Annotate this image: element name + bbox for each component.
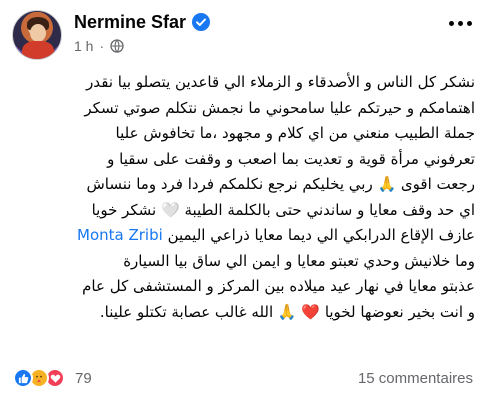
post-line: و انت بخير نعوضها لخويا ❤️ 🙏 الله غالب ع…	[99, 302, 475, 321]
more-options-icon[interactable]	[449, 18, 473, 28]
post-footer: 79 15 commentaires	[0, 362, 487, 400]
post-line: رجعت اقوى 🙏 ربي يخليكم نرجع نكلمكم فردا …	[86, 175, 475, 193]
post-line: عذبتو معايا في نهار عيد ميلاده بين المرك…	[82, 277, 475, 295]
post-meta: 1 h ·	[74, 38, 124, 54]
post-text: نشكر كل الناس و الأصدقاء و الزملاء الي ق…	[12, 70, 475, 360]
reaction-count[interactable]: 79	[75, 370, 92, 387]
post-line: وما خلانيش وحدي تعبتو معايا و ايمن الي س…	[123, 251, 475, 270]
post-line: عازف الإقاع الدرابكي الي ديما معايا ذراع…	[167, 226, 475, 244]
mention-link[interactable]: Monta Zribi	[77, 226, 163, 244]
author-avatar[interactable]	[12, 10, 62, 60]
more-dot	[458, 20, 463, 26]
author-name[interactable]: Nermine Sfar	[74, 12, 186, 33]
post-line: تعرفوني مرأة قوية و تعديت بما اصعب و وقف…	[107, 149, 475, 168]
post-line: جملة الطبيب منعني من اي كلام و مجهود ،ما…	[115, 124, 475, 142]
avatar-face	[30, 24, 46, 42]
post-line: اهتمامكم و حيرتكم عليا سامحوني ما نجمش ن…	[84, 98, 475, 117]
more-dot	[449, 20, 454, 26]
post-header: Nermine Sfar 1 h ·	[0, 0, 487, 66]
author-row: Nermine Sfar	[74, 9, 211, 35]
avatar-body	[22, 41, 54, 59]
post-time[interactable]: 1 h	[74, 38, 93, 54]
comments-count-link[interactable]: 15 commentaires	[358, 370, 473, 387]
reactions-summary[interactable]: 79	[13, 368, 92, 388]
post-line: اي حد وقف معايا و ساندني حتى بالكلمة الط…	[91, 200, 475, 219]
verified-badge-icon	[192, 13, 211, 31]
globe-icon	[110, 39, 124, 53]
like-icon	[13, 368, 33, 388]
post-line: نشكر كل الناس و الأصدقاء و الزملاء الي ق…	[86, 73, 475, 91]
post-line-with-mention: عازف الإقاع الدرابكي الي ديما معايا ذراع…	[12, 223, 475, 249]
meta-separator: ·	[99, 38, 105, 54]
more-dot	[467, 20, 472, 26]
